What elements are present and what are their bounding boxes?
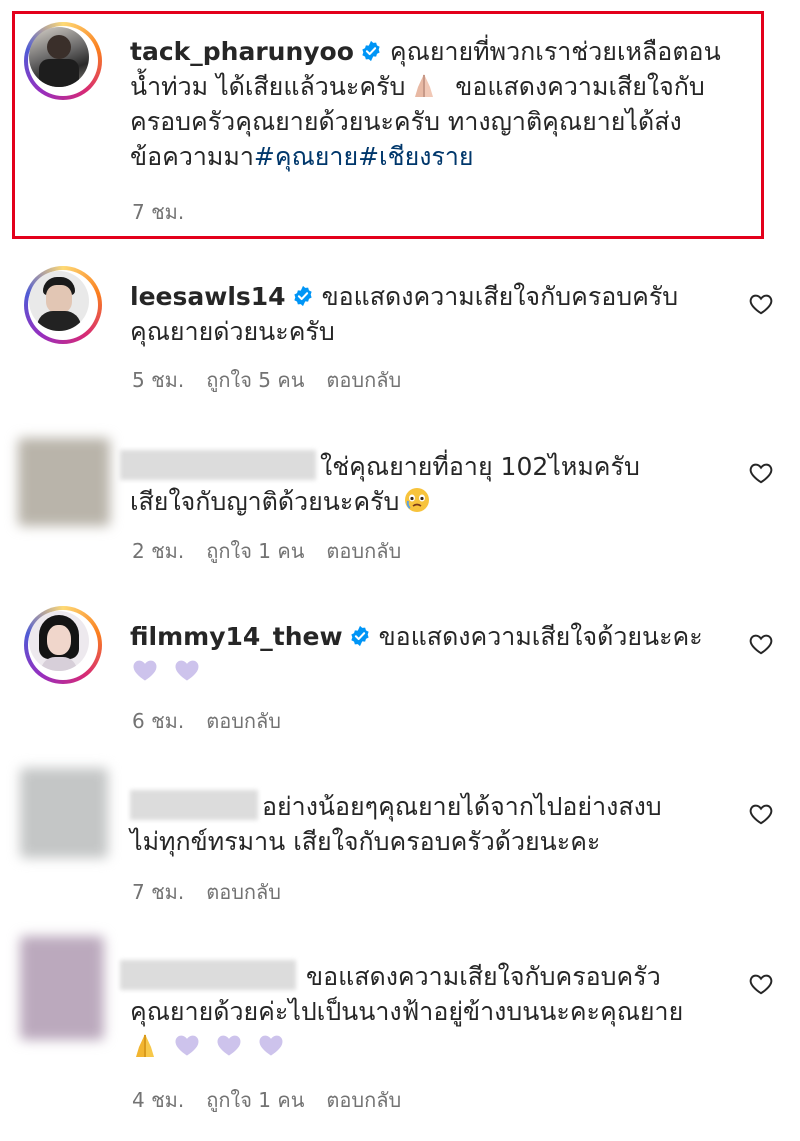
hashtag-link[interactable]: #คุณยาย (254, 142, 358, 171)
hidden-username (120, 960, 296, 990)
likes-count[interactable]: ถูกใจ 1 คน (206, 539, 304, 563)
crying-face-emoji (405, 488, 430, 512)
purple-heart-emoji (259, 1035, 283, 1056)
avatar[interactable] (18, 438, 110, 526)
comment-text: คุณยายที่พวกเราช่วยเหลือตอน (389, 37, 721, 66)
avatar[interactable] (20, 936, 104, 1040)
avatar[interactable] (24, 606, 102, 684)
folded-hands-emoji (136, 1034, 154, 1057)
heart-outline-icon[interactable] (748, 971, 774, 997)
comment-text: เสียใจกับญาติด้วยนะครับ (130, 487, 400, 516)
comment-text: คุณยายด่วยนะครับ (130, 317, 335, 346)
comment-time: 5 ชม. (132, 368, 185, 392)
comment-text: ไม่ทุกข์ทรมาน เสียใจกับครอบครัวด้วยนะคะ (130, 827, 601, 856)
comment-text: น้ำท่วม ได้เสียแล้วนะครับ (130, 72, 406, 101)
username[interactable]: leesawls14 (130, 282, 286, 311)
hidden-username (120, 450, 316, 480)
comment-text: ข้อความมา (130, 142, 254, 171)
comment-time: 4 ชม. (132, 1088, 185, 1112)
purple-heart-emoji (217, 1035, 241, 1056)
comment-text: คุณยายด้วยค่ะไปเป็นนางฟ้าอยู่ข้างบนนะคะค… (130, 997, 684, 1026)
heart-outline-icon[interactable] (748, 801, 774, 827)
username[interactable]: filmmy14_thew (130, 622, 343, 651)
comment-text: อย่างน้อยๆคุณยายได้จากไปอย่างสงบ (262, 792, 662, 821)
purple-heart-emoji (175, 1035, 199, 1056)
hashtag-link[interactable]: #เชียงราย (358, 142, 473, 171)
hidden-username (130, 790, 258, 820)
comment-text: ขอแสดงความเสียใจกับครอบครัว (306, 962, 661, 991)
reply-button[interactable]: ตอบกลับ (206, 880, 281, 904)
comment-time: 7 ชม. (132, 880, 185, 904)
comment-text: ขอแสดงความเสียใจกับครอบครับ (321, 282, 679, 311)
likes-count[interactable]: ถูกใจ 1 คน (206, 1088, 304, 1112)
verified-badge-icon (362, 40, 380, 62)
comment-time: 6 ชม. (132, 709, 185, 733)
reply-button[interactable]: ตอบกลับ (326, 1088, 401, 1112)
heart-outline-icon[interactable] (748, 631, 774, 657)
reply-button[interactable]: ตอบกลับ (326, 368, 401, 392)
purple-heart-emoji (175, 660, 199, 681)
comment-time: 2 ชม. (132, 539, 185, 563)
verified-badge-icon (293, 285, 312, 307)
verified-badge-icon (350, 625, 369, 647)
purple-heart-emoji (133, 660, 157, 681)
reply-button[interactable]: ตอบกลับ (326, 539, 401, 563)
reply-button[interactable]: ตอบกลับ (206, 709, 281, 733)
comment-text: ใช่คุณยายที่อายุ 102ไหมครับ (320, 452, 640, 481)
comment-text: ขอแสดงความเสียใจกับ (455, 72, 705, 101)
comment-text: ขอแสดงความเสียใจด้วยนะคะ (378, 622, 703, 651)
comment-text: ครอบครัวคุณยายด้วยนะครับ ทางญาติคุณยายได… (130, 107, 682, 136)
folded-hands-emoji (415, 74, 434, 97)
heart-outline-icon[interactable] (748, 291, 774, 317)
comment-time: 7 ชม. (132, 200, 185, 224)
likes-count[interactable]: ถูกใจ 5 คน (206, 368, 304, 392)
avatar[interactable] (24, 22, 102, 100)
heart-outline-icon[interactable] (748, 460, 774, 486)
avatar[interactable] (20, 768, 108, 858)
username[interactable]: tack_pharunyoo (130, 37, 354, 66)
avatar[interactable] (24, 266, 102, 344)
